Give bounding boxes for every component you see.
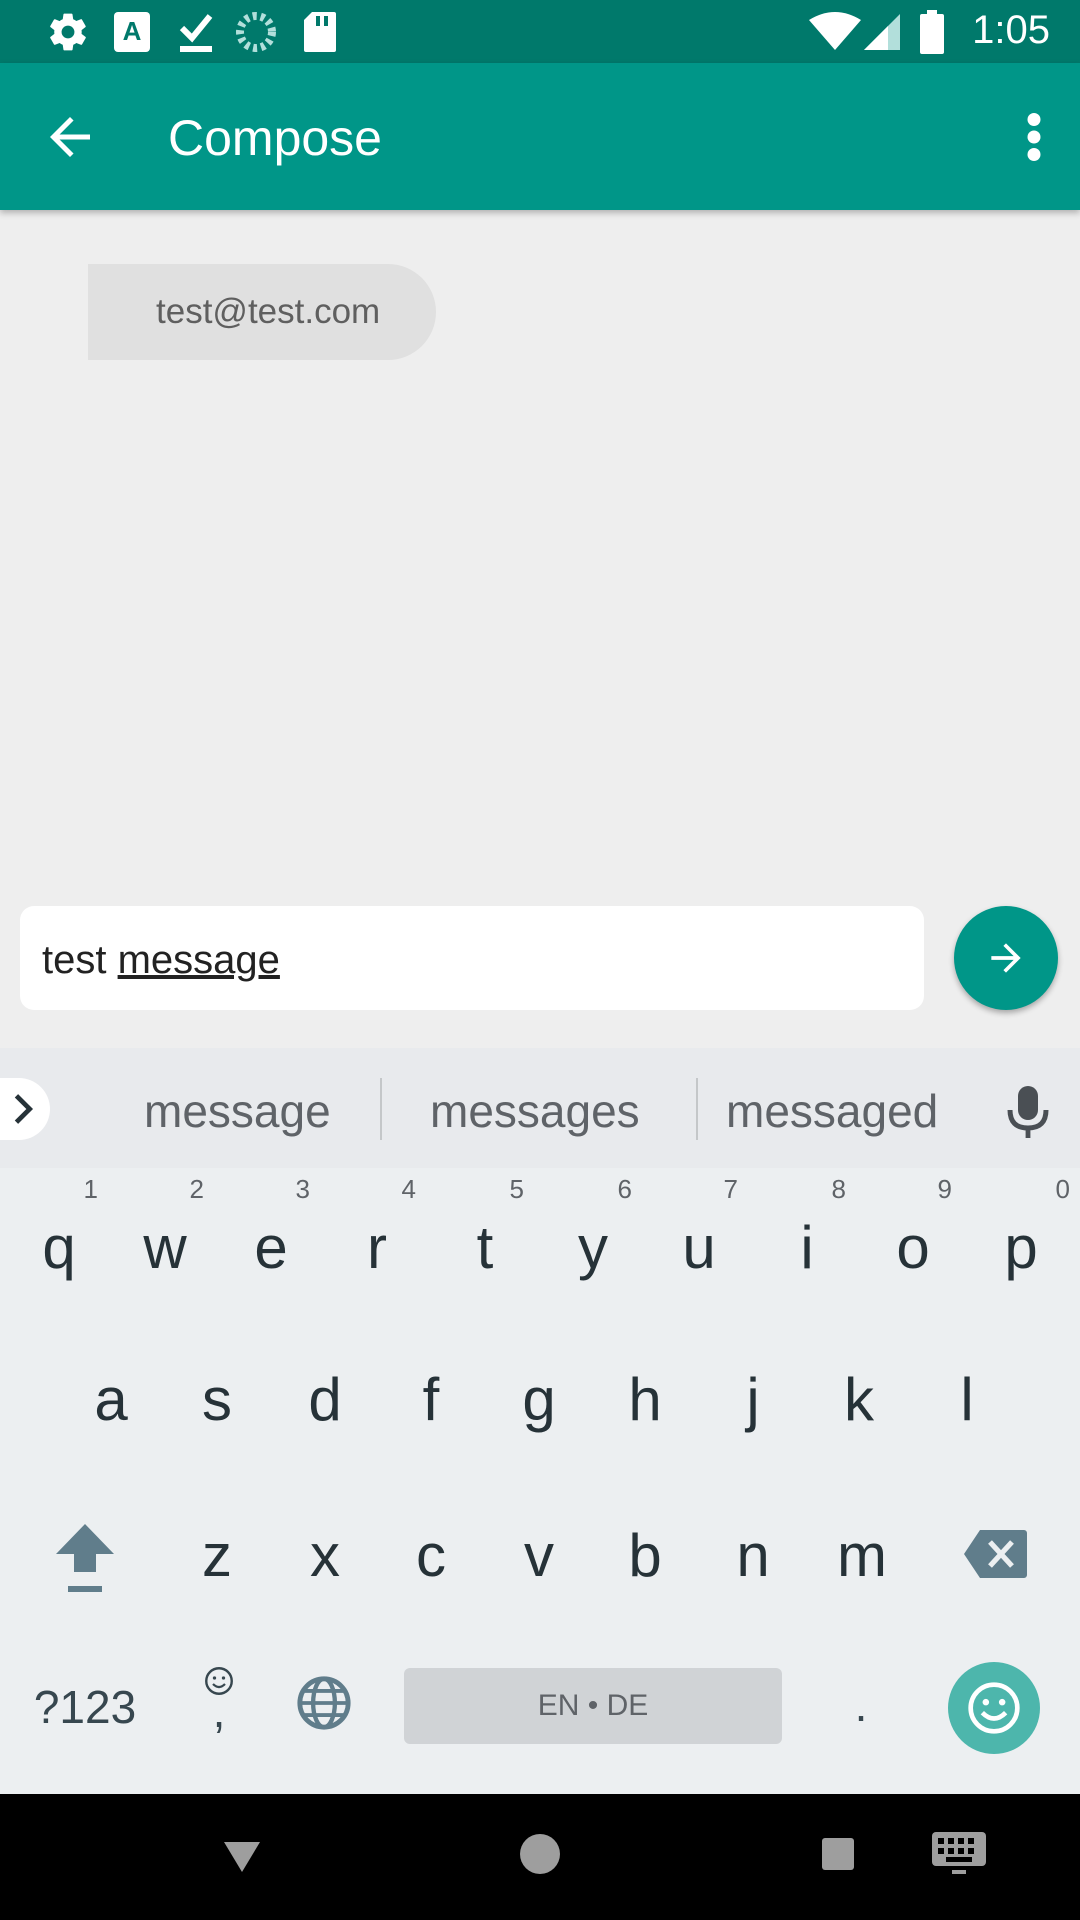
- nav-home-icon[interactable]: [518, 1832, 562, 1876]
- message-input[interactable]: test message: [20, 906, 924, 1010]
- back-arrow-icon[interactable]: [40, 107, 100, 167]
- key-g[interactable]: g: [514, 1370, 564, 1430]
- suggestion-2[interactable]: messages: [430, 1084, 640, 1138]
- suggestion-strip: message messages messaged: [0, 1048, 1080, 1168]
- key-x[interactable]: x: [300, 1526, 350, 1586]
- shift-icon: [56, 1524, 114, 1592]
- key-s[interactable]: s: [192, 1370, 242, 1430]
- period-key[interactable]: .: [836, 1678, 886, 1732]
- battery-icon: [920, 10, 944, 54]
- suggestion-expand-button[interactable]: [0, 1078, 50, 1140]
- key-u[interactable]: u7: [674, 1174, 738, 1278]
- emoji-icon: [968, 1682, 1020, 1734]
- suggestion-3[interactable]: messaged: [726, 1084, 938, 1138]
- key-f[interactable]: f: [406, 1370, 456, 1430]
- language-key[interactable]: [294, 1674, 354, 1737]
- recipient-chip[interactable]: test@test.com: [88, 264, 436, 360]
- shift-key[interactable]: [50, 1520, 120, 1601]
- backspace-icon: [964, 1530, 1027, 1578]
- key-j[interactable]: j: [728, 1370, 778, 1430]
- loading-spinner-icon: [236, 12, 276, 52]
- recipient-address: test@test.com: [156, 292, 381, 331]
- suggestion-divider: [696, 1078, 698, 1140]
- sd-card-icon: [304, 12, 336, 52]
- message-text: test message: [42, 938, 280, 983]
- app-bar: Compose: [0, 63, 1080, 210]
- key-t[interactable]: t5: [460, 1174, 524, 1278]
- status-bar: A 1:05: [0, 0, 1080, 63]
- send-arrow-icon: [991, 943, 1021, 973]
- backspace-key[interactable]: [962, 1528, 1028, 1585]
- key-n[interactable]: n: [728, 1526, 778, 1586]
- svg-text:A: A: [123, 16, 142, 46]
- key-k[interactable]: k: [834, 1370, 884, 1430]
- wifi-icon: [809, 12, 861, 50]
- key-d[interactable]: d: [300, 1370, 350, 1430]
- globe-icon: [297, 1676, 351, 1730]
- key-v[interactable]: v: [514, 1526, 564, 1586]
- clock: 1:05: [972, 8, 1050, 52]
- message-text-plain: test: [42, 938, 118, 982]
- more-options-icon[interactable]: [1014, 107, 1054, 167]
- send-button[interactable]: [954, 906, 1058, 1010]
- microphone-icon[interactable]: [1004, 1084, 1052, 1140]
- chevron-right-icon: [14, 1094, 34, 1124]
- settings-icon: [50, 13, 86, 51]
- page-title: Compose: [168, 110, 382, 166]
- comma-key[interactable]: ,: [194, 1666, 244, 1734]
- key-o[interactable]: o9: [888, 1174, 952, 1278]
- key-l[interactable]: l: [942, 1370, 992, 1430]
- key-z[interactable]: z: [192, 1526, 242, 1586]
- nav-back-icon[interactable]: [220, 1834, 264, 1878]
- key-p[interactable]: p0: [996, 1174, 1070, 1278]
- nav-recents-icon[interactable]: [818, 1834, 858, 1874]
- suggestion-1[interactable]: message: [144, 1084, 331, 1138]
- key-c[interactable]: c: [406, 1526, 456, 1586]
- key-b[interactable]: b: [620, 1526, 670, 1586]
- key-e[interactable]: e3: [246, 1174, 310, 1278]
- key-m[interactable]: m: [832, 1526, 892, 1586]
- symbols-key[interactable]: ?123: [30, 1680, 140, 1734]
- key-a[interactable]: a: [86, 1370, 136, 1430]
- keyboard: message messages messaged q1 w2 e3 r4 t5…: [0, 1048, 1080, 1794]
- message-text-composing: message: [117, 938, 280, 982]
- font-a-icon: A: [114, 12, 150, 52]
- emoji-key[interactable]: [948, 1662, 1040, 1754]
- key-h[interactable]: h: [620, 1370, 670, 1430]
- key-i[interactable]: i8: [782, 1174, 846, 1278]
- suggestion-divider: [380, 1078, 382, 1140]
- key-w[interactable]: w2: [140, 1174, 204, 1278]
- space-bar[interactable]: EN • DE: [404, 1668, 782, 1744]
- keyboard-switch-icon[interactable]: [930, 1830, 988, 1876]
- signal-icon: [864, 14, 900, 50]
- download-done-icon: [179, 14, 213, 52]
- key-y[interactable]: y6: [568, 1174, 632, 1278]
- key-q[interactable]: q1: [34, 1174, 98, 1278]
- key-r[interactable]: r4: [352, 1174, 416, 1278]
- navigation-bar: [0, 1794, 1080, 1920]
